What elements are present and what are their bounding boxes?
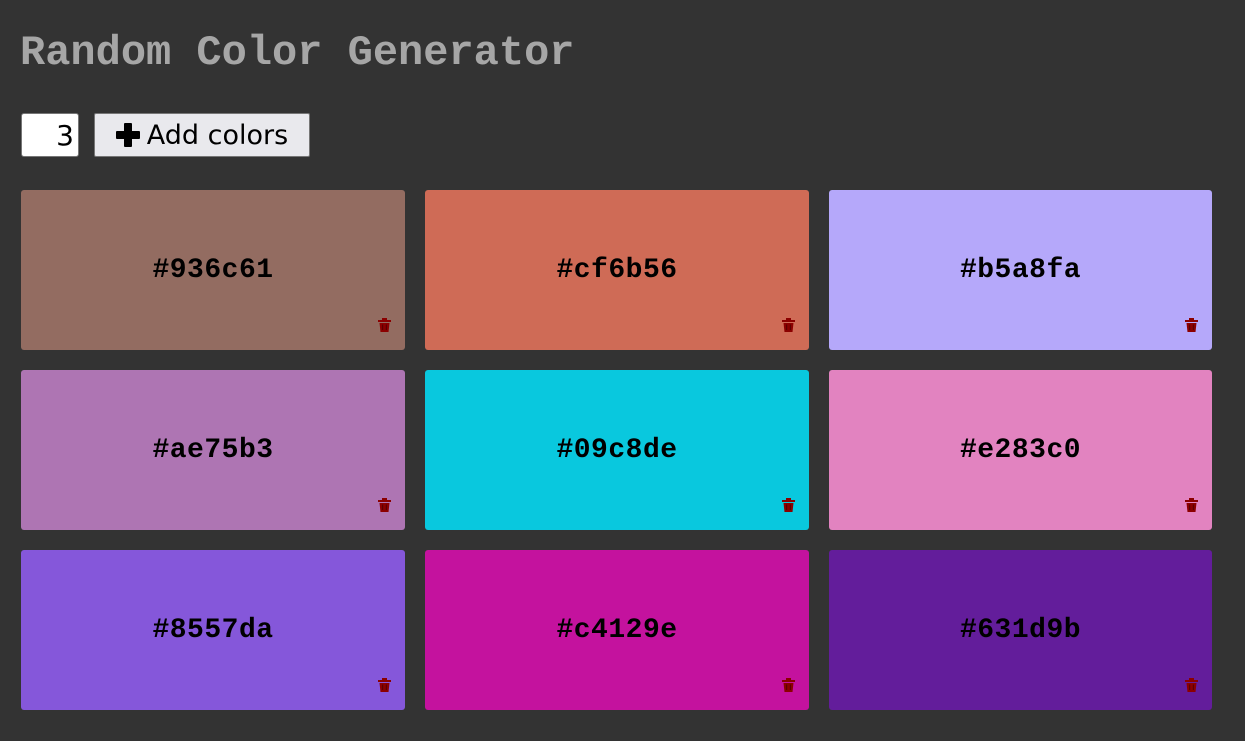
color-hex-label: #ae75b3 xyxy=(152,434,274,466)
trash-icon[interactable] xyxy=(1185,498,1198,512)
color-hex-label: #c4129e xyxy=(556,614,678,646)
color-hex-label: #cf6b56 xyxy=(556,254,678,286)
page-title: Random Color Generator xyxy=(20,29,575,77)
plus-icon xyxy=(115,123,140,147)
color-hex-label: #b5a8fa xyxy=(959,254,1082,286)
color-card[interactable]: #cf6b56 xyxy=(425,190,809,350)
color-card[interactable]: #ae75b3 xyxy=(21,370,405,530)
color-card[interactable]: #8557da xyxy=(21,550,405,710)
trash-icon[interactable] xyxy=(1185,318,1198,332)
color-card[interactable]: #631d9b xyxy=(829,550,1212,710)
color-card[interactable]: #c4129e xyxy=(425,550,809,710)
trash-icon[interactable] xyxy=(782,318,795,332)
controls-bar: Add colors xyxy=(21,113,310,157)
color-count-input[interactable] xyxy=(21,113,79,157)
color-grid: #936c61 #cf6b56 #b5a8fa #ae75b3 #09c8de … xyxy=(21,190,1212,710)
color-hex-label: #631d9b xyxy=(959,614,1082,646)
color-hex-label: #8557da xyxy=(152,614,274,646)
trash-icon[interactable] xyxy=(378,318,391,332)
add-colors-label: Add colors xyxy=(146,119,289,151)
color-card[interactable]: #09c8de xyxy=(425,370,809,530)
trash-icon[interactable] xyxy=(378,678,391,692)
color-hex-label: #e283c0 xyxy=(959,434,1082,466)
trash-icon[interactable] xyxy=(782,498,795,512)
trash-icon[interactable] xyxy=(1185,678,1198,692)
color-hex-label: #936c61 xyxy=(152,254,274,286)
color-card[interactable]: #936c61 xyxy=(21,190,405,350)
trash-icon[interactable] xyxy=(378,498,391,512)
color-card[interactable]: #e283c0 xyxy=(829,370,1212,530)
color-hex-label: #09c8de xyxy=(556,434,678,466)
trash-icon[interactable] xyxy=(782,678,795,692)
color-card[interactable]: #b5a8fa xyxy=(829,190,1212,350)
add-colors-button[interactable]: Add colors xyxy=(94,113,310,157)
